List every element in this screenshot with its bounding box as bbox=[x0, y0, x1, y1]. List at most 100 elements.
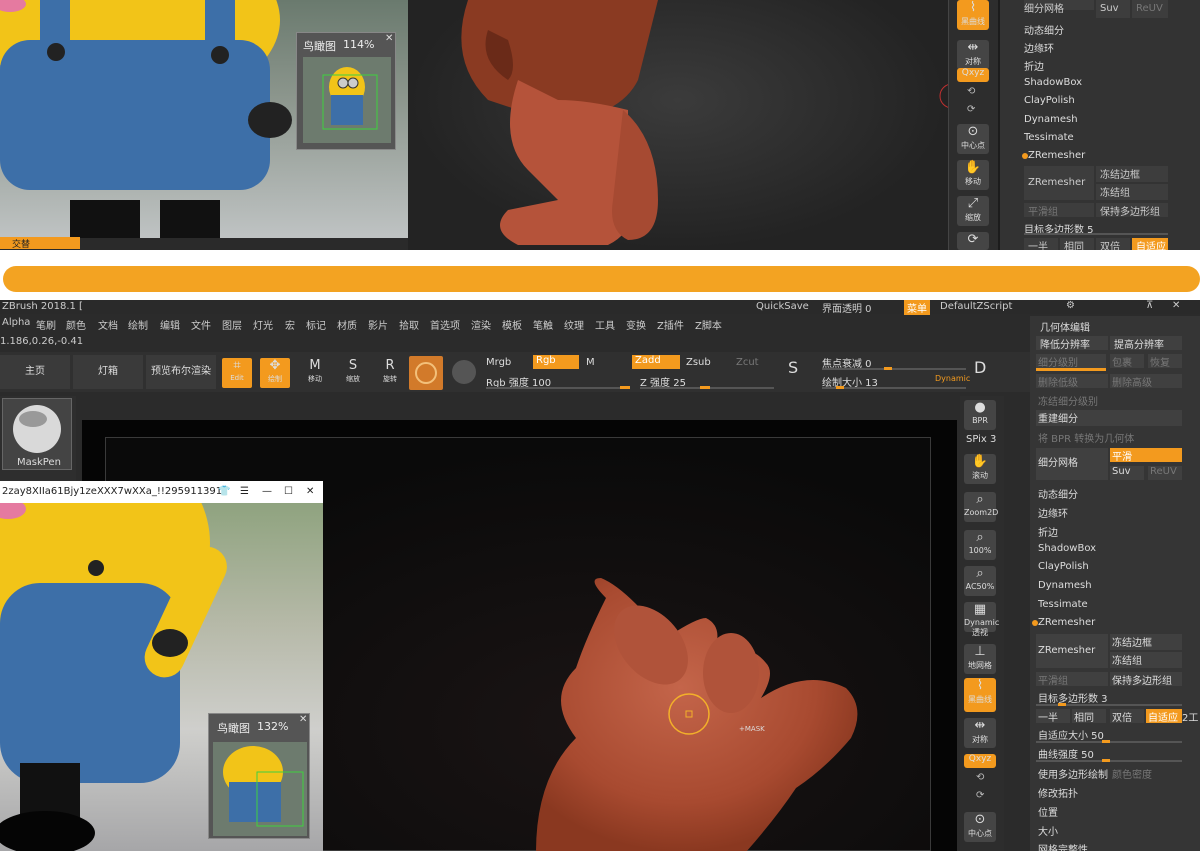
menu-render[interactable]: 渲染 bbox=[471, 317, 491, 332]
curve-strength-slider[interactable]: 曲线强度 50 bbox=[1038, 746, 1094, 761]
tessimate-item[interactable]: Tessimate bbox=[1038, 599, 1088, 610]
move-button[interactable]: ✋ 移动 bbox=[957, 160, 989, 190]
size-section[interactable]: 大小 bbox=[1038, 823, 1058, 838]
menu-zplugin[interactable]: Z插件 bbox=[657, 317, 684, 332]
restore-button[interactable]: 恢复 bbox=[1148, 354, 1182, 369]
menu-toggle[interactable]: 菜单 bbox=[904, 300, 930, 315]
menu-brush[interactable]: 笔刷 bbox=[36, 317, 56, 332]
dynamesh-item[interactable]: Dynamesh bbox=[1024, 114, 1078, 125]
close-icon[interactable]: ✕ bbox=[1172, 300, 1180, 311]
adaptive-size-slider[interactable]: 自适应大小 50 bbox=[1038, 727, 1104, 742]
center-point-button[interactable]: ⊙ 中心点 bbox=[964, 812, 996, 842]
keep-polygroups-button[interactable]: 保持多边形组 bbox=[1110, 672, 1182, 687]
bpr-preview-tab[interactable]: 预览布尔渲染 bbox=[146, 355, 216, 389]
dynamic-subdiv-item[interactable]: 动态细分 bbox=[1038, 486, 1078, 501]
adaptive-button[interactable]: 自适应 bbox=[1146, 709, 1182, 724]
claypolish-item[interactable]: ClayPolish bbox=[1038, 561, 1089, 572]
material-button[interactable] bbox=[409, 356, 443, 390]
navigator-thumbnail[interactable] bbox=[303, 57, 391, 143]
bpr-to-geometry-button[interactable]: 将 BPR 转换为几何体 bbox=[1038, 430, 1134, 445]
rotate-button[interactable]: ⟳ bbox=[957, 232, 989, 250]
smooth-groups-button[interactable]: 平滑组 bbox=[1024, 203, 1094, 218]
contain-button[interactable]: 包裹 bbox=[1110, 354, 1144, 369]
freeze-groups-button[interactable]: 冻结组 bbox=[1096, 184, 1168, 200]
edge-loop-item[interactable]: 边缘环 bbox=[1038, 505, 1068, 520]
settings-icon[interactable]: ⚙ bbox=[1066, 300, 1075, 311]
home-tab[interactable]: 主页 bbox=[0, 355, 70, 389]
subdiv-mesh-button[interactable]: 细分网格 bbox=[1024, 0, 1094, 15]
menu-macro[interactable]: 宏 bbox=[285, 317, 295, 332]
rotate-icon[interactable]: ⟲ bbox=[967, 86, 975, 97]
zsub-toggle[interactable]: Zsub bbox=[686, 357, 711, 368]
perspective-button[interactable]: ▦ Dynamic 透视 bbox=[964, 602, 999, 637]
lazy-curve-button[interactable]: ⌇ 黑曲线 bbox=[957, 0, 989, 30]
close-icon[interactable]: ✕ bbox=[306, 481, 314, 503]
rotate-icon-2[interactable]: ⟳ bbox=[967, 104, 975, 115]
stroke-icon[interactable]: S bbox=[788, 358, 812, 386]
lower-res-button[interactable]: 降低分辨率 bbox=[1036, 336, 1108, 351]
zremesher-button[interactable]: ZRemesher bbox=[1036, 634, 1108, 668]
half-button[interactable]: 一半 bbox=[1036, 709, 1070, 724]
brush-selector[interactable]: MaskPen bbox=[2, 398, 72, 470]
reconstruct-subdiv-button[interactable]: 重建细分 bbox=[1036, 410, 1182, 426]
image-window-titlebar[interactable]: 2zay8XIIa61Bjy1zeXXX7wXXa_!!2959113914.j… bbox=[0, 481, 323, 503]
color-picker-icon[interactable] bbox=[452, 360, 476, 384]
half-button[interactable]: 一半 bbox=[1024, 238, 1058, 250]
higher-res-button[interactable]: 提高分辨率 bbox=[1110, 336, 1182, 351]
color-density-slider[interactable]: 颜色密度 bbox=[1112, 766, 1152, 781]
texture-icon[interactable]: D bbox=[974, 358, 998, 386]
dynamic-subdiv-item[interactable]: 动态细分 bbox=[1024, 22, 1064, 37]
double-button[interactable]: 双倍 bbox=[1096, 238, 1130, 250]
zremesher-section[interactable]: ZRemesher bbox=[1028, 150, 1085, 161]
crease-item[interactable]: 折边 bbox=[1024, 58, 1044, 73]
navigator-card[interactable]: 鸟瞰图 114% ✕ bbox=[296, 32, 396, 150]
freeze-groups-button[interactable]: 冻结组 bbox=[1110, 652, 1182, 668]
navigator-thumbnail[interactable] bbox=[213, 742, 307, 836]
menu-alpha[interactable]: Alpha bbox=[2, 317, 30, 328]
delete-higher-button[interactable]: 删除高级 bbox=[1110, 374, 1182, 389]
rotate-icon-2[interactable]: ⟳ bbox=[976, 790, 984, 801]
position-section[interactable]: 位置 bbox=[1038, 804, 1058, 819]
modify-topology-section[interactable]: 修改拓扑 bbox=[1038, 785, 1078, 800]
dynamic-toggle[interactable]: Dynamic bbox=[935, 374, 970, 383]
menu-movie[interactable]: 影片 bbox=[368, 317, 388, 332]
zremesher-button[interactable]: ZRemesher bbox=[1024, 166, 1094, 200]
focal-shift-track[interactable] bbox=[822, 368, 966, 370]
move-button[interactable]: M 移动 bbox=[300, 358, 330, 388]
menu-material[interactable]: 材质 bbox=[337, 317, 357, 332]
minimize-icon[interactable]: — bbox=[262, 481, 272, 503]
zoom2d-button[interactable]: ⌕ Zoom2D bbox=[964, 492, 998, 522]
m-toggle[interactable]: M bbox=[586, 357, 595, 368]
tessimate-item[interactable]: Tessimate bbox=[1024, 132, 1074, 143]
double-button[interactable]: 双倍 bbox=[1110, 709, 1144, 724]
default-zscript-button[interactable]: DefaultZScript bbox=[940, 301, 1012, 312]
scroll-button[interactable]: ✋ 滚动 bbox=[964, 454, 996, 484]
menu-file[interactable]: 文件 bbox=[191, 317, 211, 332]
actual-size-button[interactable]: ⌕ 100% bbox=[964, 530, 996, 560]
spix-slider[interactable]: SPix 3 bbox=[966, 434, 996, 445]
zcut-toggle[interactable]: Zcut bbox=[736, 357, 759, 368]
subdiv-mesh-button[interactable]: 细分网格 bbox=[1036, 448, 1108, 480]
ui-opacity-slider[interactable]: 界面透明 0 bbox=[822, 300, 872, 315]
zremesher-section[interactable]: ZRemesher bbox=[1038, 617, 1095, 628]
menu-edit[interactable]: 编辑 bbox=[160, 317, 180, 332]
mesh-integrity-section[interactable]: 网格完整性 bbox=[1038, 841, 1088, 851]
shadowbox-item[interactable]: ShadowBox bbox=[1038, 543, 1096, 554]
smooth-toggle[interactable]: 平滑 bbox=[1110, 448, 1182, 463]
scale-button[interactable]: S 缩放 bbox=[338, 358, 368, 388]
delete-lower-button[interactable]: 删除低级 bbox=[1036, 374, 1108, 389]
scale-button[interactable]: ⤢ 缩放 bbox=[957, 196, 989, 226]
image-viewer-window[interactable]: 2zay8XIIa61Bjy1zeXXX7wXXa_!!2959113914.j… bbox=[0, 481, 323, 851]
menu-light[interactable]: 灯光 bbox=[253, 317, 273, 332]
menu-draw[interactable]: 绘制 bbox=[128, 317, 148, 332]
rotate-icon[interactable]: ⟲ bbox=[976, 772, 984, 783]
target-polycount-slider[interactable]: 目标多边形数 3 bbox=[1038, 690, 1108, 705]
menu-layer[interactable]: 图层 bbox=[222, 317, 242, 332]
floor-grid-button[interactable]: ⊥ 地网格 bbox=[964, 644, 996, 674]
subdiv-level-slider[interactable]: 细分级别 bbox=[1036, 354, 1106, 369]
navigator-card[interactable]: 鸟瞰图 132% ✕ bbox=[208, 713, 310, 839]
menu-color[interactable]: 颜色 bbox=[66, 317, 86, 332]
edge-loop-item[interactable]: 边缘环 bbox=[1024, 40, 1054, 55]
qxyz-button[interactable]: Qxyz bbox=[964, 754, 996, 768]
minimize-icon[interactable]: ⊼ bbox=[1146, 300, 1153, 311]
